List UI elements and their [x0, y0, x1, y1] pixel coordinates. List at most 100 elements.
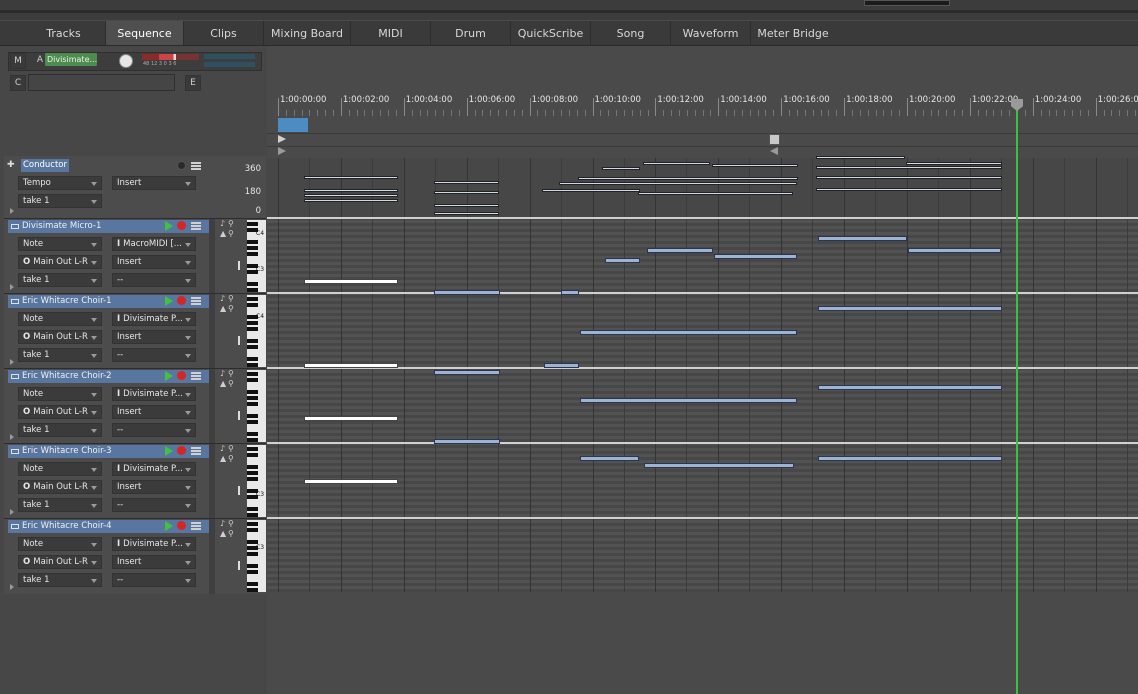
expand-icon[interactable]: [10, 584, 14, 590]
midi-note[interactable]: [434, 370, 500, 375]
black-key[interactable]: [247, 522, 258, 526]
midi-note[interactable]: [542, 189, 640, 192]
black-key[interactable]: [247, 339, 258, 343]
midi-note[interactable]: [580, 398, 797, 403]
expand-icon[interactable]: [10, 434, 14, 440]
expand-icon[interactable]: [10, 208, 14, 214]
playhead[interactable]: [1016, 103, 1018, 694]
tool-icon[interactable]: ♪: [220, 219, 225, 228]
track-input-dropdown[interactable]: I Divisimate P...: [112, 387, 196, 401]
end-marker-icon[interactable]: [769, 134, 780, 145]
black-key[interactable]: [247, 345, 258, 349]
track-insert-dropdown[interactable]: Insert: [112, 555, 196, 569]
play-icon[interactable]: [165, 371, 173, 381]
tab-tracks[interactable]: Tracks: [22, 21, 106, 45]
piano-keyboard[interactable]: [247, 370, 266, 442]
black-key[interactable]: [247, 402, 258, 406]
midi-note[interactable]: [304, 189, 398, 192]
tool-up-icon[interactable]: ▲: [220, 379, 226, 388]
midi-note[interactable]: [434, 181, 499, 184]
play-icon[interactable]: [165, 446, 173, 456]
track-output-dropdown[interactable]: O Main Out L-R: [18, 255, 102, 269]
midi-note[interactable]: [561, 290, 579, 295]
track-input-dropdown[interactable]: I Divisimate P...: [112, 462, 196, 476]
expand-icon[interactable]: [10, 284, 14, 290]
black-key[interactable]: [247, 372, 258, 376]
midi-note[interactable]: [714, 254, 797, 259]
tool-icon[interactable]: ♪: [220, 294, 225, 303]
record-icon[interactable]: [177, 296, 186, 305]
punch-out-icon[interactable]: [770, 147, 778, 155]
tab-clips[interactable]: Clips: [184, 21, 264, 45]
track-scrollbar[interactable]: [209, 369, 215, 444]
track-lanes[interactable]: [267, 156, 1138, 592]
tab-drum[interactable]: Drum: [431, 21, 511, 45]
midi-note[interactable]: [816, 156, 905, 159]
zoom-icon[interactable]: ⚲: [228, 294, 234, 303]
track-take-dropdown[interactable]: take 1: [18, 273, 102, 287]
midi-note[interactable]: [578, 177, 798, 180]
track-output-dropdown[interactable]: O Main Out L-R: [18, 330, 102, 344]
midi-note[interactable]: [908, 248, 1001, 253]
track-type-dropdown[interactable]: Note: [18, 312, 102, 326]
conductor-name[interactable]: Conductor: [21, 159, 70, 172]
track-take-dropdown[interactable]: take 1: [18, 423, 102, 437]
midi-note[interactable]: [818, 306, 1002, 311]
record-icon[interactable]: [177, 521, 186, 530]
tool-up-icon[interactable]: ▲: [220, 529, 226, 538]
conductor-take[interactable]: take 1: [18, 194, 102, 208]
tab-meter-bridge[interactable]: Meter Bridge: [751, 21, 835, 45]
menu-icon[interactable]: [191, 522, 201, 530]
midi-note[interactable]: [304, 176, 398, 179]
track-type-dropdown[interactable]: Note: [18, 387, 102, 401]
black-key[interactable]: [247, 453, 258, 457]
black-key[interactable]: [247, 252, 258, 256]
piano-keyboard[interactable]: C3: [247, 445, 266, 517]
take-insert-dropdown[interactable]: --: [112, 348, 196, 362]
midi-note[interactable]: [304, 194, 398, 197]
menu-icon[interactable]: [191, 297, 201, 305]
midi-note[interactable]: [580, 456, 639, 461]
track-output-dropdown[interactable]: O Main Out L-R: [18, 555, 102, 569]
tab-quickscribe[interactable]: QuickScribe: [511, 21, 591, 45]
play-icon[interactable]: [165, 296, 173, 306]
midi-note[interactable]: [304, 279, 398, 284]
midi-note[interactable]: [644, 463, 794, 468]
black-key[interactable]: [247, 363, 258, 367]
tool-icon[interactable]: ♪: [220, 369, 225, 378]
conductor-menu-icon[interactable]: [191, 162, 201, 170]
selected-track-chip[interactable]: Divisimate...: [45, 53, 97, 66]
play-icon[interactable]: [165, 521, 173, 531]
midi-note[interactable]: [304, 363, 398, 368]
black-key[interactable]: [247, 438, 258, 442]
midi-note[interactable]: [818, 236, 907, 241]
take-insert-dropdown[interactable]: --: [112, 423, 196, 437]
black-key[interactable]: [247, 432, 258, 436]
midi-note[interactable]: [304, 479, 398, 484]
tool-up-icon[interactable]: ▲: [220, 454, 226, 463]
track-take-dropdown[interactable]: take 1: [18, 498, 102, 512]
zoom-icon[interactable]: ⚲: [228, 219, 234, 228]
expand-icon[interactable]: [10, 359, 14, 365]
track-output-dropdown[interactable]: O Main Out L-R: [18, 405, 102, 419]
black-key[interactable]: [247, 477, 258, 481]
track-output-dropdown[interactable]: O Main Out L-R: [18, 480, 102, 494]
black-key[interactable]: [247, 222, 258, 226]
comment-field[interactable]: [28, 74, 175, 91]
track-type-dropdown[interactable]: Note: [18, 462, 102, 476]
loop-region-marker[interactable]: [278, 118, 308, 132]
track-input-dropdown[interactable]: I Divisimate P...: [112, 312, 196, 326]
black-key[interactable]: [247, 282, 258, 286]
midi-note[interactable]: [605, 258, 640, 263]
zoom-out-icon[interactable]: ⚲: [228, 454, 234, 463]
midi-note[interactable]: [434, 204, 499, 207]
black-key[interactable]: [247, 465, 258, 469]
track-scrollbar[interactable]: [209, 294, 215, 369]
c-button[interactable]: C: [10, 75, 26, 91]
take-insert-dropdown[interactable]: --: [112, 573, 196, 587]
take-insert-dropdown[interactable]: --: [112, 498, 196, 512]
midi-note[interactable]: [638, 192, 793, 195]
tool-icon[interactable]: ♪: [220, 444, 225, 453]
black-key[interactable]: [247, 303, 258, 307]
conductor-field1[interactable]: Tempo: [18, 176, 102, 190]
